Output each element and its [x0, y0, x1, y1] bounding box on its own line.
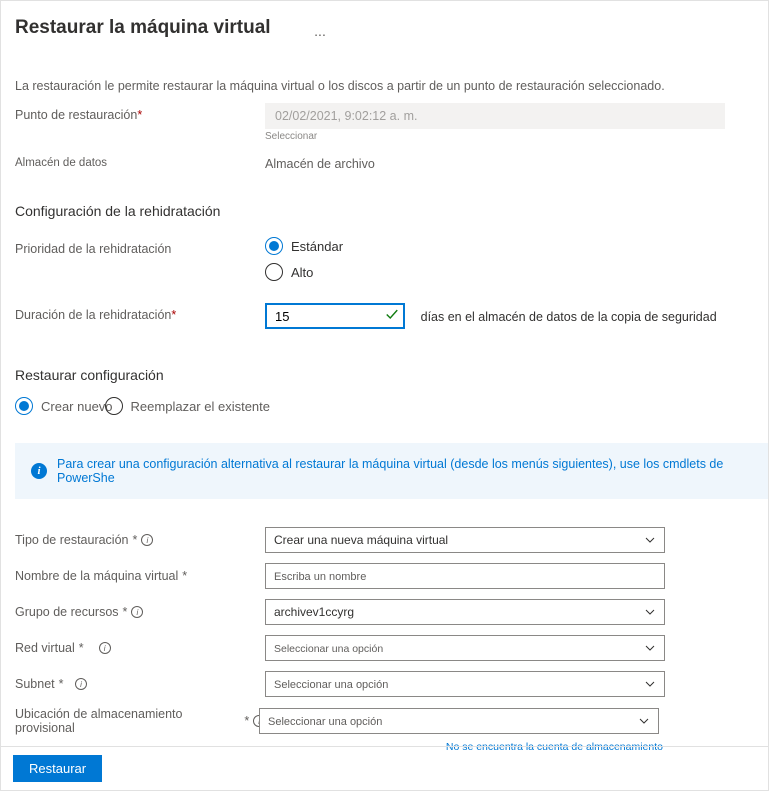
rehydration-priority-label: Prioridad de la rehidratación: [15, 237, 265, 256]
datastore-label: Almacén de datos: [15, 152, 265, 169]
restore-point-value: 02/02/2021, 9:02:12 a. m.: [265, 103, 725, 129]
page-title: Restaurar la máquina virtual: [15, 17, 271, 39]
chevron-down-icon: [644, 606, 656, 618]
restore-point-label: Punto de restauración*: [15, 103, 265, 122]
restore-mode-group: Crear nuevo Reemplazar el existente: [1, 383, 768, 415]
restore-type-select[interactable]: Crear una nueva máquina virtual: [265, 527, 665, 553]
chevron-down-icon: [644, 642, 656, 654]
radio-icon: [265, 237, 283, 255]
info-banner-text: Para crear una configuración alternativa…: [57, 457, 755, 485]
chevron-down-icon: [644, 678, 656, 690]
datastore-row: Almacén de datos Almacén de archivo: [1, 142, 768, 171]
info-circle-icon[interactable]: i: [131, 606, 143, 618]
restore-config-section-title: Restaurar configuración: [1, 329, 768, 383]
vm-name-input[interactable]: Escriba un nombre: [265, 563, 665, 589]
staging-row: Ubicación de almacenamiento provisional …: [1, 697, 768, 735]
subnet-select[interactable]: Seleccionar una opción: [265, 671, 665, 697]
vm-name-label: Nombre de la máquina virtual*: [15, 569, 265, 583]
priority-standard-radio[interactable]: Estándar: [265, 237, 754, 255]
radio-icon: [15, 397, 33, 415]
staging-label: Ubicación de almacenamiento provisional …: [15, 707, 265, 735]
restore-point-select-link[interactable]: Seleccionar: [265, 129, 754, 142]
radio-icon: [265, 263, 283, 281]
info-banner: i Para crear una configuración alternati…: [15, 443, 769, 499]
panel-footer: Restaurar: [1, 746, 768, 790]
check-icon: [385, 308, 399, 325]
resource-group-select[interactable]: archivev1ccyrg: [265, 599, 665, 625]
resource-group-row: Grupo de recursos * i archivev1ccyrg: [1, 589, 768, 625]
mode-replace-radio[interactable]: Reemplazar el existente: [105, 397, 270, 415]
description-text: La restauración le permite restaurar la …: [1, 39, 768, 93]
resource-group-label: Grupo de recursos * i: [15, 605, 265, 619]
info-circle-icon[interactable]: i: [141, 534, 153, 546]
vnet-select[interactable]: Seleccionar una opción: [265, 635, 665, 661]
vnet-label: Red virtual * i: [15, 641, 265, 655]
vm-name-row: Nombre de la máquina virtual* Escriba un…: [1, 553, 768, 589]
datastore-value: Almacén de archivo: [265, 152, 754, 171]
rehydration-priority-group: Estándar Alto: [265, 237, 754, 281]
subnet-label: Subnet * i: [15, 677, 265, 691]
vnet-row: Red virtual * i Seleccionar una opción: [1, 625, 768, 661]
restore-vm-panel: Restaurar la máquina virtual ... La rest…: [0, 0, 769, 791]
more-icon[interactable]: ...: [314, 23, 326, 39]
info-icon: i: [31, 463, 47, 479]
panel-header: Restaurar la máquina virtual ...: [1, 1, 768, 39]
restore-button[interactable]: Restaurar: [13, 755, 102, 782]
chevron-down-icon: [638, 715, 650, 727]
mode-create-new-radio[interactable]: Crear nuevo: [15, 397, 113, 415]
subnet-row: Subnet * i Seleccionar una opción: [1, 661, 768, 697]
priority-high-radio[interactable]: Alto: [265, 263, 754, 281]
info-circle-icon[interactable]: i: [75, 678, 87, 690]
duration-input[interactable]: [265, 303, 405, 329]
rehydration-duration-label: Duración de la rehidratación*: [15, 303, 265, 322]
restore-type-label: Tipo de restauración* i: [15, 533, 265, 547]
rehydration-duration-row: Duración de la rehidratación* días en el…: [1, 281, 768, 329]
staging-select[interactable]: Seleccionar una opción: [259, 708, 659, 734]
duration-suffix: días en el almacén de datos de la copia …: [421, 310, 717, 324]
rehydration-priority-row: Prioridad de la rehidratación Estándar A…: [1, 219, 768, 281]
rehydration-section-title: Configuración de la rehidratación: [1, 171, 768, 219]
radio-icon: [105, 397, 123, 415]
restore-type-row: Tipo de restauración* i Crear una nueva …: [1, 499, 768, 553]
chevron-down-icon: [644, 534, 656, 546]
info-circle-icon[interactable]: i: [99, 642, 111, 654]
restore-point-row: Punto de restauración* 02/02/2021, 9:02:…: [1, 93, 768, 142]
